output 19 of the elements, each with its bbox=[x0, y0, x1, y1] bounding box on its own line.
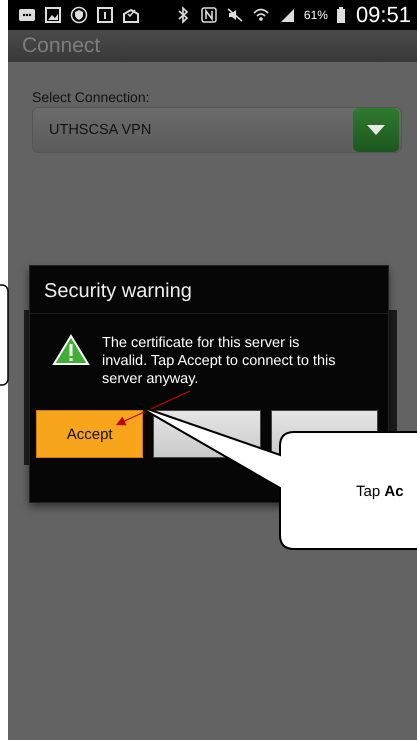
message-icon bbox=[18, 6, 36, 24]
dropdown-arrow-icon bbox=[366, 124, 386, 136]
image-icon bbox=[44, 6, 62, 24]
wifi-icon bbox=[252, 6, 270, 24]
field-label: Select Connection: bbox=[32, 89, 151, 105]
battery-icon bbox=[336, 6, 346, 24]
mute-icon bbox=[226, 6, 244, 24]
dialog-title: Security warning bbox=[30, 266, 388, 314]
warning-icon bbox=[52, 334, 90, 366]
app-title: Connect bbox=[8, 30, 417, 62]
nfc-icon bbox=[200, 6, 218, 24]
shield-icon bbox=[70, 6, 88, 24]
callout-text: Tap Ac bbox=[356, 483, 404, 500]
warning-message: The certificate for this server is invalid. Tap Accept to connect to this server anyway. bbox=[102, 334, 336, 388]
accept-button[interactable]: Accept bbox=[36, 410, 144, 458]
mail-icon bbox=[122, 6, 140, 24]
clock-time: 09:51 bbox=[356, 2, 411, 28]
calendar-icon bbox=[96, 6, 114, 24]
battery-percent: 61% bbox=[304, 8, 328, 22]
